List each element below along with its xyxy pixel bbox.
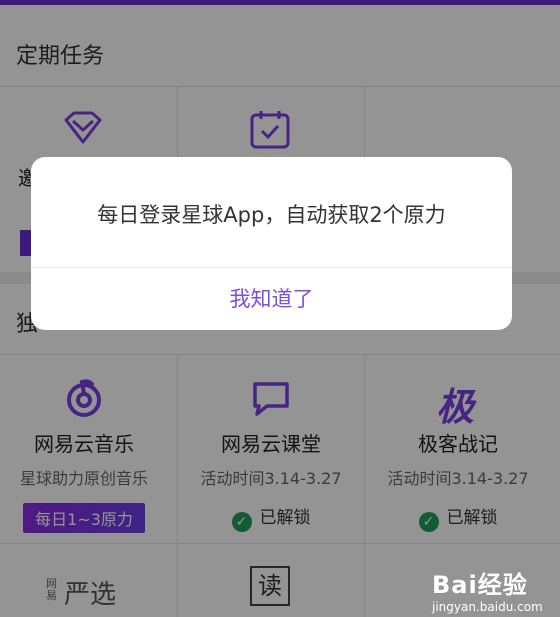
- watermark-url: jingyan.baidu.com: [432, 600, 543, 614]
- info-dialog: 每日登录星球App，自动获取2个原力 我知道了: [31, 157, 512, 330]
- acknowledge-button[interactable]: 我知道了: [31, 268, 512, 330]
- dialog-message: 每日登录星球App，自动获取2个原力: [97, 203, 446, 227]
- baidu-jingyan-watermark: Bai经验 jingyan.baidu.com: [432, 565, 543, 614]
- watermark-logo: Bai经验: [432, 571, 528, 599]
